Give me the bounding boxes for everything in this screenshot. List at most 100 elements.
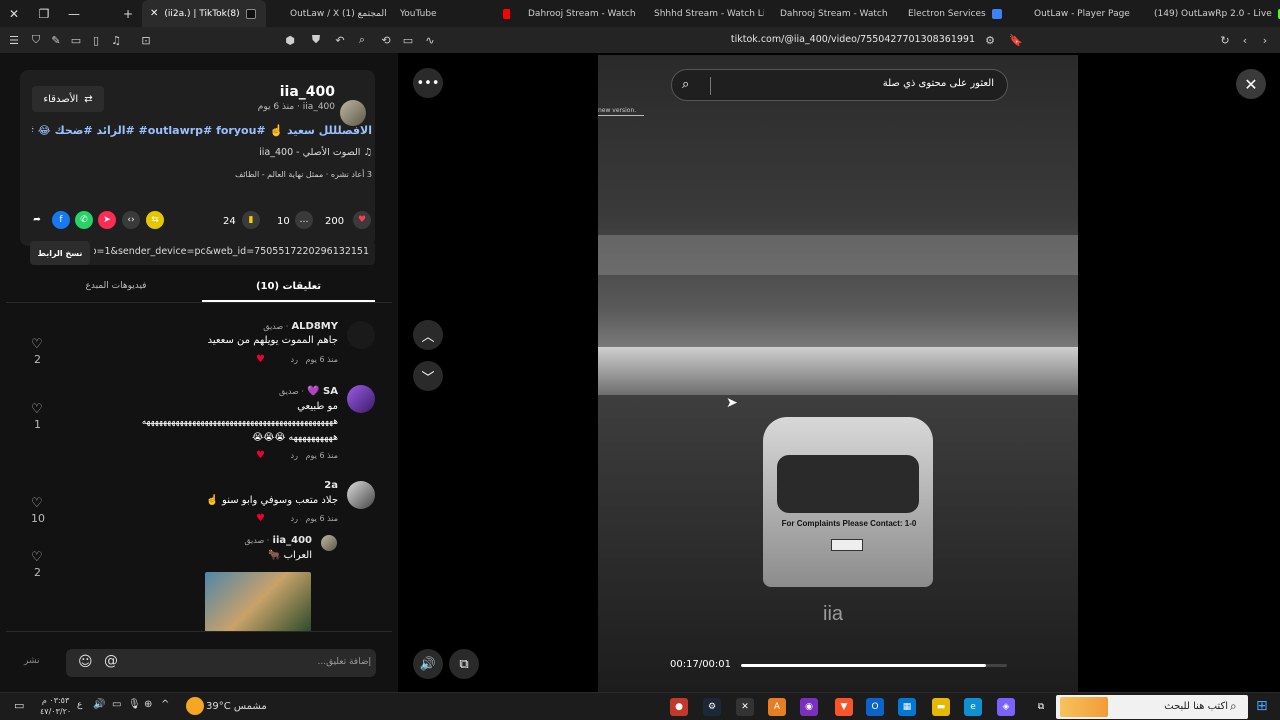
back-icon[interactable]: ‹	[1237, 32, 1253, 48]
comment-icon[interactable]: …	[295, 211, 313, 229]
mention-icon[interactable]: @	[104, 653, 118, 669]
edge-icon[interactable]: e	[964, 698, 982, 716]
explorer-icon[interactable]: ▬	[932, 698, 950, 716]
tab-youtube[interactable]: YouTube	[392, 0, 510, 27]
sidebar-icon[interactable]: ▯	[88, 32, 104, 48]
tab-outlawrp-live[interactable]: (149) OutLawRp 2.0 - Live	[1146, 0, 1280, 27]
comment-user[interactable]: iia_400	[273, 535, 312, 546]
heart-icon[interactable]: ♥	[353, 211, 371, 229]
copilot-icon[interactable]: ◈	[997, 698, 1015, 716]
outlook-icon[interactable]: O	[866, 698, 884, 716]
progress-track[interactable]	[741, 664, 1007, 667]
embed-icon[interactable]: ‹›	[122, 211, 140, 229]
tab-outlaw-player[interactable]: OutLaw - Player Page	[1026, 0, 1136, 27]
comment-user[interactable]: ALD8MY	[291, 321, 338, 332]
taskbar-search[interactable]: اكتب هنا للبحث ⌕	[1056, 695, 1248, 719]
app-icon-red[interactable]: ●	[670, 698, 688, 716]
music-icon[interactable]: ♫	[108, 32, 124, 48]
store-icon[interactable]: ▦	[898, 698, 916, 716]
post-button[interactable]: نشر	[24, 656, 40, 666]
steam-icon[interactable]: ⚙	[703, 698, 721, 716]
comment-like-icon[interactable]: ♡	[31, 402, 43, 417]
app-icon-x[interactable]: ✕	[736, 698, 754, 716]
sound-label[interactable]: ♫ الصوت الأصلي - iia_400	[160, 147, 372, 158]
comment-avatar[interactable]	[347, 481, 375, 509]
bookmark-save-icon[interactable]: ▮	[242, 211, 260, 229]
lang-indicator[interactable]: ع	[77, 700, 82, 710]
video-player[interactable]: For Complaints Please Contact: 1-0 new v…	[598, 55, 1078, 692]
restore-window-icon[interactable]: ❐	[30, 0, 58, 27]
tab-tiktok[interactable]: ✕ (ii2a.) | TikTok(8)	[142, 0, 266, 27]
tab-creator-videos[interactable]: فيديوهات المبدع	[30, 281, 202, 291]
mic-icon[interactable]: 🎙	[128, 699, 141, 710]
share-friends-icon[interactable]: ⇆	[146, 211, 164, 229]
copy-link-button[interactable]: نسخ الرابط	[30, 241, 90, 265]
tab-dahrooj-1[interactable]: Dahrooj Stream - Watch L	[520, 0, 638, 27]
extension-icon[interactable]: ⬢	[282, 32, 298, 48]
windows-start-icon[interactable]: ⊞	[1256, 698, 1268, 714]
tab-electron[interactable]: Electron Services	[900, 0, 1018, 27]
weather-text[interactable]: 39°C مشمس	[206, 701, 267, 712]
pen-icon[interactable]: ✎	[48, 32, 64, 48]
comment-like-icon[interactable]: ♡	[31, 550, 43, 565]
shield-badge-icon[interactable]: ⛊	[308, 32, 324, 48]
speaker-icon[interactable]: 🔊	[93, 699, 105, 710]
bookmark-icon[interactable]: 🔖	[1008, 32, 1024, 48]
tab-comments[interactable]: تعليقات (10)	[202, 281, 375, 292]
network-icon[interactable]: ⊕	[144, 699, 152, 710]
pulse-icon[interactable]: ∿	[422, 32, 438, 48]
task-view-icon[interactable]: ⧉	[1032, 698, 1050, 716]
forward-icon[interactable]: ›	[1257, 32, 1273, 48]
link-text[interactable]: p=1&sender_device=pc&web_id=750551722029…	[94, 246, 369, 257]
comment-like-icon[interactable]: ♡	[31, 337, 43, 352]
screenshot-icon[interactable]: ⊡	[138, 32, 154, 48]
lens-icon[interactable]: ⌕	[354, 32, 370, 48]
tab-shhhd[interactable]: Shhhd Stream - Watch Live	[646, 0, 764, 27]
comment-avatar[interactable]	[347, 385, 375, 413]
comment-image[interactable]	[205, 572, 311, 632]
app-icon-a[interactable]: A	[768, 698, 786, 716]
related-search-box[interactable]: ⌕ العثور على محتوى ذي صلة	[671, 69, 1008, 101]
comment-avatar[interactable]	[347, 321, 375, 349]
previous-video-icon[interactable]: ︿	[413, 320, 443, 350]
reply-avatar[interactable]	[321, 535, 337, 551]
notification-icon[interactable]: ▭	[14, 699, 24, 712]
reply-link[interactable]: رد	[291, 451, 298, 460]
weather-icon[interactable]	[186, 697, 204, 715]
comment-input[interactable]: إضافة تعليق...	[136, 657, 371, 667]
comment-user[interactable]: 2a	[324, 480, 338, 491]
next-video-icon[interactable]: ﹀	[413, 361, 443, 391]
minimize-window-icon[interactable]: —	[60, 0, 88, 27]
brave-icon[interactable]: ▼	[835, 698, 853, 716]
friends-button[interactable]: الأصدقاء ⇄	[32, 86, 104, 112]
reply-link[interactable]: رد	[291, 514, 298, 523]
close-tab-icon[interactable]: ✕	[150, 8, 158, 19]
new-tab-icon[interactable]: +	[114, 0, 142, 27]
menu-icon[interactable]: ☰	[6, 32, 22, 48]
tray-chevron-icon[interactable]: ^	[161, 699, 169, 710]
url-text[interactable]: tiktok.com/@iia_400/video/75504277013083…	[640, 32, 975, 48]
undo-icon[interactable]: ↶	[332, 32, 348, 48]
taskbar-search-input[interactable]: اكتب هنا للبحث	[1116, 701, 1228, 712]
tune-icon[interactable]: ⚙	[982, 32, 998, 48]
tab-dahrooj-2[interactable]: Dahrooj Stream - Watch L	[772, 0, 890, 27]
profile-username[interactable]: iia_400	[200, 84, 335, 100]
translate-icon[interactable]: ⟲	[378, 32, 394, 48]
app-icon-purple[interactable]: ◉	[800, 698, 818, 716]
shield-icon[interactable]: ⛉	[28, 32, 44, 48]
close-icon[interactable]: ✕	[1236, 69, 1266, 99]
whatsapp-icon[interactable]: ✆	[75, 211, 93, 229]
comment-user[interactable]: SA 💜	[307, 386, 338, 397]
send-icon[interactable]: ➤	[98, 211, 116, 229]
cast-icon[interactable]: ▭	[400, 32, 416, 48]
facebook-icon[interactable]: f	[52, 211, 70, 229]
volume-icon[interactable]: 🔊	[413, 649, 443, 679]
comment-like-icon[interactable]: ♡	[31, 496, 43, 511]
emoji-icon[interactable]: ☺	[78, 654, 93, 670]
battery-icon[interactable]: ▭	[112, 699, 121, 710]
pip-icon[interactable]: ⧉	[449, 649, 479, 679]
avatar[interactable]	[340, 100, 366, 126]
reload-icon[interactable]: ↻	[1217, 32, 1233, 48]
window-icon[interactable]: ▭	[68, 32, 84, 48]
more-options-icon[interactable]: •••	[413, 68, 443, 98]
